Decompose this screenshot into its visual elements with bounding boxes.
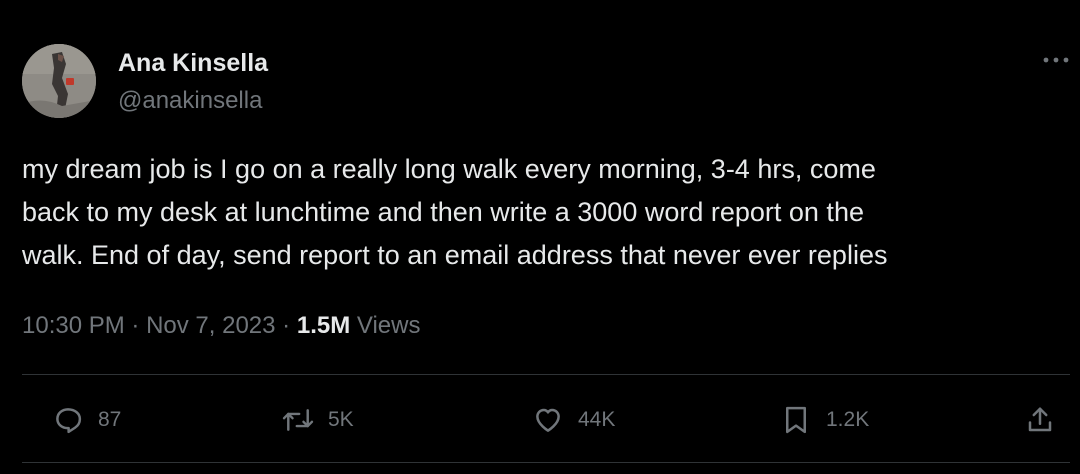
divider bbox=[22, 374, 1070, 375]
heart-icon bbox=[530, 402, 566, 438]
tweet-text-line: walk. End of day, send report to an emai… bbox=[22, 240, 888, 270]
like-button[interactable]: 44K bbox=[530, 402, 615, 438]
author-handle[interactable]: @anakinsella bbox=[118, 86, 262, 116]
tweet-card: Ana Kinsella @anakinsella my dream job i… bbox=[0, 0, 1080, 474]
views-label: Views bbox=[356, 312, 421, 339]
repost-icon bbox=[280, 402, 316, 438]
repost-count: 5K bbox=[328, 408, 354, 431]
bookmark-button[interactable]: 1.2K bbox=[778, 402, 869, 438]
tweet-text-line: my dream job is I go on a really long wa… bbox=[22, 154, 876, 184]
avatar-photo bbox=[22, 44, 96, 118]
tweet-time[interactable]: 10:30 PM bbox=[22, 312, 125, 339]
reply-count: 87 bbox=[98, 408, 122, 431]
separator-dot: · bbox=[131, 312, 147, 339]
share-icon bbox=[1022, 402, 1058, 438]
separator-dot: · bbox=[282, 312, 297, 339]
tweet-date[interactable]: Nov 7, 2023 bbox=[146, 312, 275, 339]
tweet-text-line: back to my desk at lunchtime and then wr… bbox=[22, 197, 864, 227]
reply-icon bbox=[50, 402, 86, 438]
reply-button[interactable]: 87 bbox=[50, 402, 121, 438]
author-name[interactable]: Ana Kinsella bbox=[118, 48, 268, 78]
share-button[interactable] bbox=[1022, 402, 1058, 438]
avatar[interactable] bbox=[22, 44, 96, 118]
repost-button[interactable]: 5K bbox=[280, 402, 354, 438]
tweet-meta: 10:30 PM · Nov 7, 2023 · 1.5M Views bbox=[22, 310, 420, 342]
divider bbox=[22, 462, 1070, 463]
like-count: 44K bbox=[578, 408, 616, 431]
bookmark-count: 1.2K bbox=[826, 408, 870, 431]
views-count: 1.5M bbox=[296, 312, 351, 339]
more-options-button[interactable] bbox=[1038, 48, 1074, 72]
bookmark-icon bbox=[778, 402, 814, 438]
more-horizontal-icon bbox=[1043, 57, 1069, 63]
tweet-text: my dream job is I go on a really long wa… bbox=[22, 148, 1072, 277]
